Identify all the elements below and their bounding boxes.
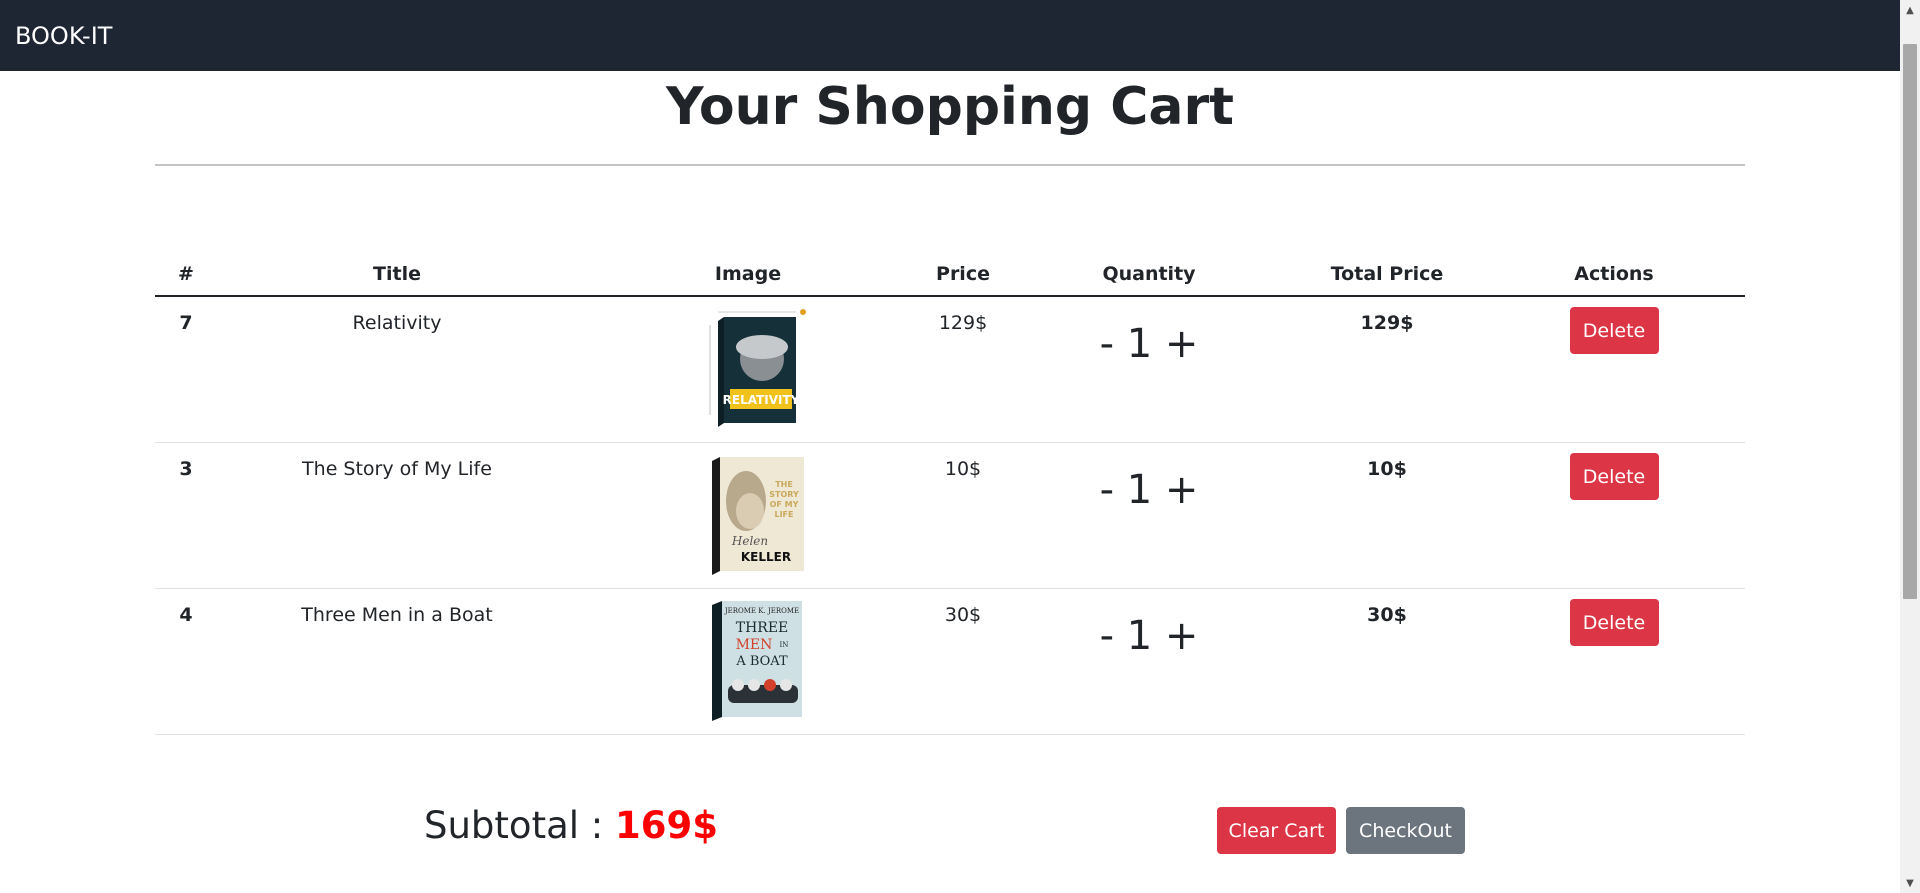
- quantity-control: - 1 +: [1007, 589, 1291, 661]
- delete-button[interactable]: Delete: [1569, 307, 1659, 354]
- column-header-quantity: Quantity: [1007, 253, 1291, 297]
- book-price: 30$: [944, 604, 982, 626]
- increment-button[interactable]: +: [1165, 611, 1199, 661]
- svg-text:RELATIVITY: RELATIVITY: [723, 393, 800, 407]
- navbar: BOOK-IT: [0, 0, 1900, 71]
- column-header-total-price: Total Price: [1291, 253, 1483, 297]
- quantity-value: 1: [1126, 613, 1153, 659]
- subtotal-value: 169$: [615, 804, 719, 847]
- svg-text:Helen: Helen: [731, 534, 768, 548]
- table-row: 3 The Story of My Life THE STORY OF MY L…: [155, 442, 1745, 589]
- brand-link[interactable]: BOOK-IT: [15, 22, 112, 50]
- vertical-scrollbar[interactable]: ▲ ▼: [1900, 0, 1920, 893]
- svg-text:OF MY: OF MY: [770, 500, 799, 509]
- book-price: 10$: [944, 458, 982, 480]
- increment-button[interactable]: +: [1165, 319, 1199, 369]
- column-header-actions: Actions: [1483, 253, 1745, 297]
- table-row: 7 Relativity RELATIVITY 129$ - 1 + 129$ …: [155, 296, 1745, 443]
- column-header-price: Price: [919, 253, 1007, 297]
- divider: [155, 164, 1745, 166]
- subtotal: Subtotal : 169$: [424, 798, 718, 854]
- delete-button[interactable]: Delete: [1569, 599, 1659, 646]
- row-number: 4: [179, 604, 193, 626]
- scrollbar-thumb[interactable]: [1903, 44, 1917, 599]
- quantity-value: 1: [1126, 321, 1153, 367]
- svg-text:THE: THE: [775, 480, 793, 489]
- book-cover-image: THE STORY OF MY LIFE Helen KELLER: [712, 457, 804, 575]
- row-number: 3: [179, 458, 193, 480]
- svg-text:A BOAT: A BOAT: [735, 654, 788, 669]
- column-header-image: Image: [577, 253, 919, 297]
- decrement-button[interactable]: -: [1100, 611, 1114, 661]
- decrement-button[interactable]: -: [1100, 319, 1114, 369]
- book-price: 129$: [938, 312, 988, 334]
- clear-cart-button[interactable]: Clear Cart: [1217, 807, 1336, 854]
- table-row: 4 Three Men in a Boat JEROME K. JEROME T…: [155, 588, 1745, 735]
- column-header-title: Title: [217, 253, 577, 297]
- scroll-down-arrow-icon[interactable]: ▼: [1900, 873, 1920, 893]
- row-number: 7: [179, 312, 193, 334]
- cart-table: # Title Image Price Quantity Total Price…: [155, 253, 1745, 735]
- svg-text:THREE: THREE: [736, 620, 789, 636]
- delete-button[interactable]: Delete: [1569, 453, 1659, 500]
- quantity-control: - 1 +: [1007, 297, 1291, 369]
- column-header-number: #: [155, 253, 217, 297]
- book-title: The Story of My Life: [302, 458, 492, 480]
- book-title: Three Men in a Boat: [301, 604, 493, 626]
- scroll-up-arrow-icon[interactable]: ▲: [1900, 0, 1920, 20]
- book-cover-image: RELATIVITY: [709, 309, 806, 427]
- table-header-row: # Title Image Price Quantity Total Price…: [155, 253, 1745, 297]
- svg-text:JEROME K. JEROME: JEROME K. JEROME: [724, 607, 799, 615]
- svg-text:LIFE: LIFE: [774, 510, 793, 519]
- row-total-price: 10$: [1367, 458, 1407, 480]
- row-total-price: 129$: [1360, 312, 1414, 334]
- svg-text:STORY: STORY: [769, 490, 799, 499]
- svg-text:MEN: MEN: [736, 637, 773, 653]
- quantity-control: - 1 +: [1007, 443, 1291, 515]
- page-title: Your Shopping Cart: [666, 77, 1234, 137]
- svg-text:IN: IN: [780, 641, 789, 649]
- decrement-button[interactable]: -: [1100, 465, 1114, 515]
- subtotal-label: Subtotal :: [424, 804, 604, 847]
- svg-text:KELLER: KELLER: [741, 550, 791, 564]
- quantity-value: 1: [1126, 467, 1153, 513]
- book-title: Relativity: [352, 312, 442, 334]
- book-cover-image: JEROME K. JEROME THREE MEN IN A BOAT: [712, 601, 802, 721]
- checkout-button[interactable]: CheckOut: [1346, 807, 1465, 854]
- increment-button[interactable]: +: [1165, 465, 1199, 515]
- row-total-price: 30$: [1367, 604, 1407, 626]
